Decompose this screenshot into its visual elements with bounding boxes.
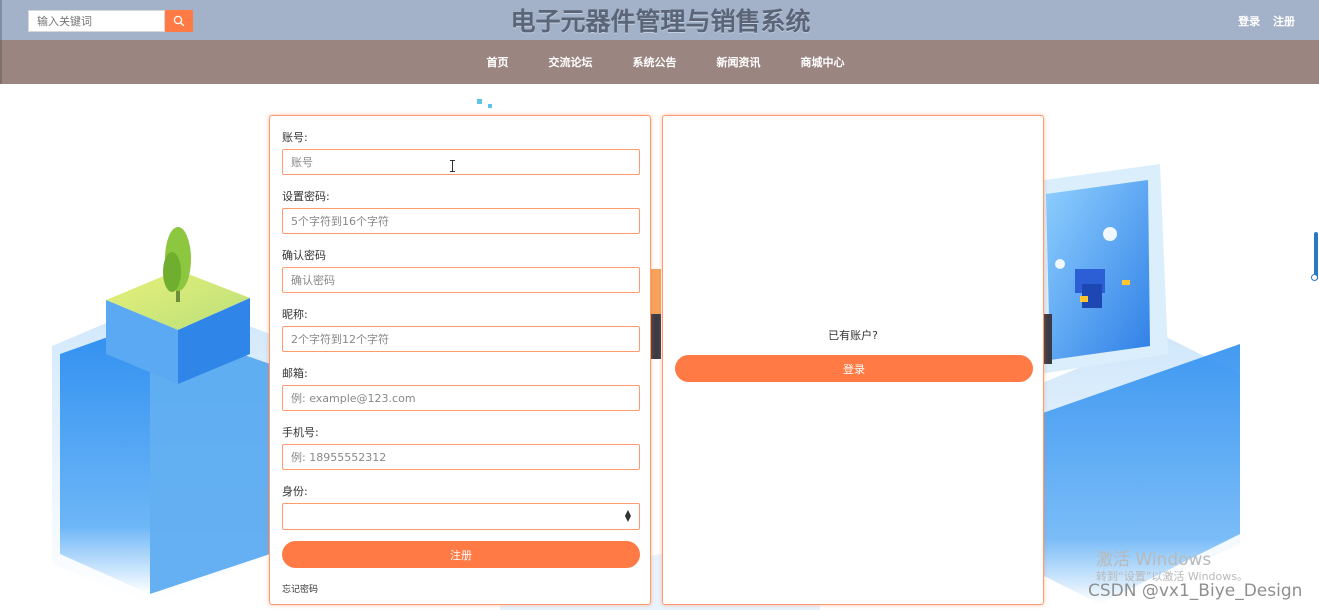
- top-links: 登录 注册: [1229, 13, 1295, 29]
- scrollbar[interactable]: [1314, 232, 1318, 280]
- password-label: 设置密码:: [282, 190, 330, 203]
- email-label: 邮箱:: [282, 367, 308, 380]
- nickname-input[interactable]: [282, 326, 640, 352]
- login-link[interactable]: 登录: [1238, 15, 1260, 28]
- register-button[interactable]: 注册: [282, 541, 640, 568]
- confirm-password-input[interactable]: [282, 267, 640, 293]
- phone-label: 手机号:: [282, 426, 319, 439]
- top-header: 电子元器件管理与销售系统 登录 注册: [0, 0, 1319, 40]
- register-panel: 账号: 设置密码: 确认密码 昵称: 邮箱: 手机号: 身份: ▲▼ 注册 忘记…: [269, 115, 651, 605]
- text-cursor-icon: [450, 160, 455, 172]
- email-input[interactable]: [282, 385, 640, 411]
- register-link[interactable]: 注册: [1273, 15, 1295, 28]
- confirm-password-label: 确认密码: [282, 249, 326, 262]
- nav-item-announcements[interactable]: 系统公告: [633, 54, 677, 70]
- login-panel: 已有账户? 登录: [662, 115, 1044, 605]
- has-account-text: 已有账户?: [828, 329, 878, 342]
- nav-item-mall[interactable]: 商城中心: [801, 54, 845, 70]
- nickname-label: 昵称:: [282, 308, 308, 321]
- csdn-watermark: CSDN @vx1_Biye_Design: [1088, 581, 1303, 601]
- password-input[interactable]: [282, 208, 640, 234]
- site-title: 电子元器件管理与销售系统: [510, 7, 811, 36]
- role-label: 身份:: [282, 485, 308, 498]
- windows-activation-title: 激活 Windows: [1096, 550, 1212, 570]
- isometric-illustration: [52, 99, 1240, 610]
- role-select[interactable]: ▲ ▼: [282, 503, 640, 530]
- forgot-password-link[interactable]: 忘记密码: [282, 582, 318, 595]
- select-updown-icon: ▲ ▼: [624, 508, 631, 523]
- account-input[interactable]: [282, 149, 640, 175]
- nav-item-news[interactable]: 新闻资讯: [717, 54, 761, 70]
- main-nav: 首页 交流论坛 系统公告 新闻资讯 商城中心: [0, 40, 1319, 84]
- phone-input[interactable]: [282, 444, 640, 470]
- scrollbar-handle[interactable]: [1311, 274, 1318, 281]
- login-button[interactable]: 登录: [675, 355, 1033, 382]
- nav-item-forum[interactable]: 交流论坛: [549, 54, 593, 70]
- nav-item-home[interactable]: 首页: [487, 54, 509, 70]
- account-label: 账号:: [282, 131, 308, 144]
- background-illustration: [0, 84, 1319, 610]
